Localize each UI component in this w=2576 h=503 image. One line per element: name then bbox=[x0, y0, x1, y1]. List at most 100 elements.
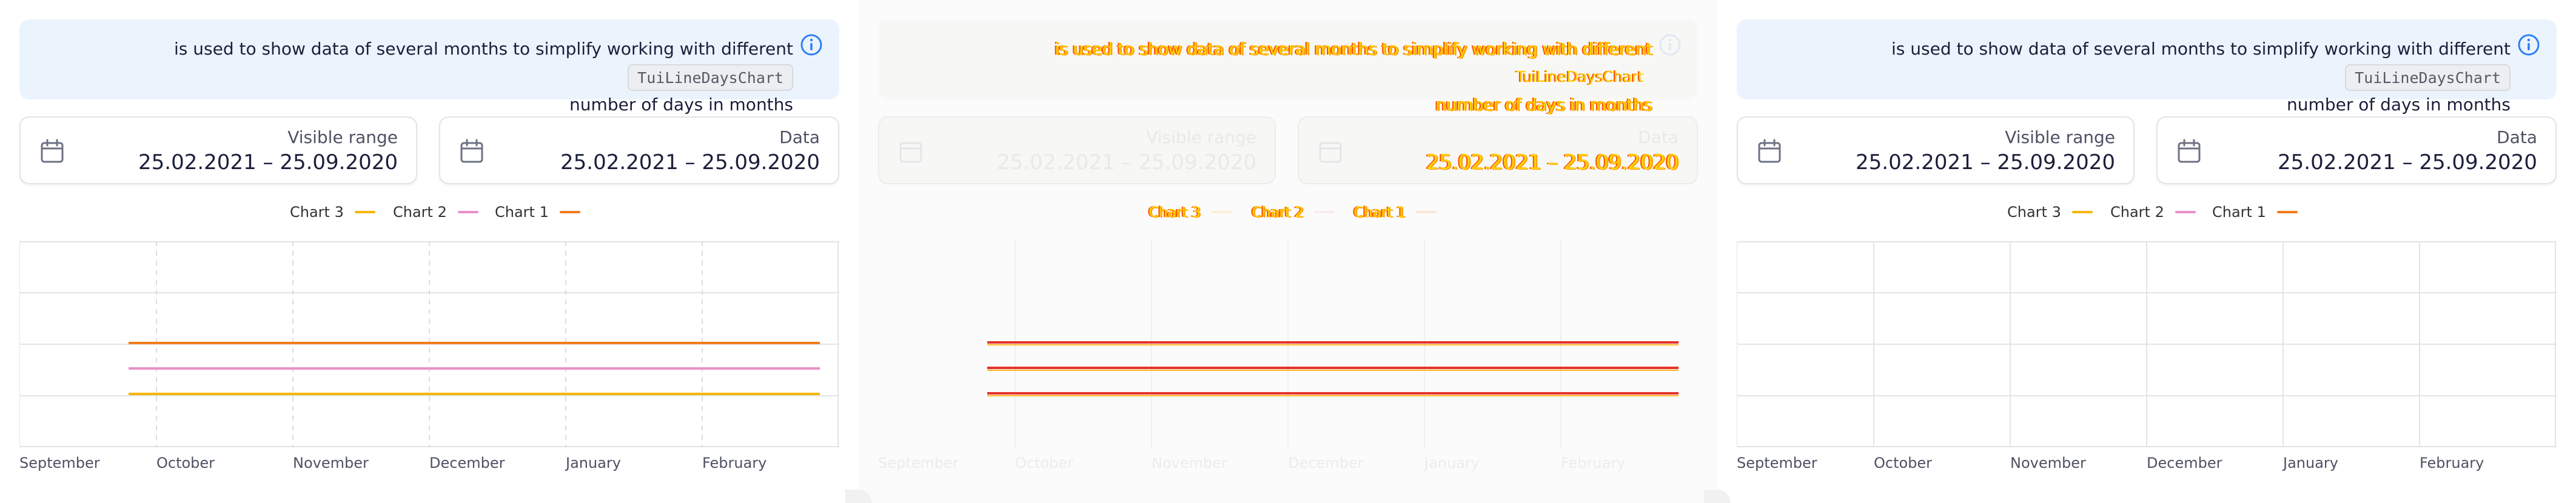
x-tick-label: October bbox=[1015, 455, 1074, 471]
legend-label: Chart 1 bbox=[1353, 204, 1406, 221]
data-range-field[interactable]: Data 25.02.2021 – 25.09.2020 bbox=[439, 116, 839, 184]
line-days-chart[interactable] bbox=[19, 241, 839, 447]
visible-range-value: 25.02.2021 – 25.09.2020 bbox=[997, 150, 1256, 175]
visible-range-value: 25.02.2021 – 25.09.2020 bbox=[1856, 150, 2115, 175]
legend-item-chart1[interactable]: Chart 1 bbox=[495, 204, 580, 221]
demo-panel-right: is used to show data of several months t… bbox=[1717, 0, 2576, 503]
legend-swatch bbox=[2071, 211, 2093, 213]
demo-panel-middle: is used to show data of several months t… bbox=[859, 0, 1717, 503]
x-tick-label: November bbox=[2010, 455, 2086, 471]
info-circle-icon[interactable] bbox=[1658, 33, 1682, 57]
data-range-value: 25.02.2021 – 25.09.2020 bbox=[2278, 150, 2537, 175]
legend-swatch bbox=[2175, 211, 2196, 213]
x-axis-labels: September October November December Janu… bbox=[19, 455, 839, 475]
notice-line1: is used to show data of several months t… bbox=[1891, 39, 2511, 59]
description-notice: is used to show data of several months t… bbox=[878, 19, 1698, 115]
info-circle-icon[interactable] bbox=[799, 33, 823, 57]
x-tick-label: January bbox=[1424, 455, 1480, 471]
x-tick-label: September bbox=[1737, 455, 1817, 471]
screenshot-stage: is used to show data of several months t… bbox=[0, 0, 2576, 503]
visible-range-field[interactable]: Visible range 25.02.2021 – 25.09.2020 bbox=[878, 116, 1276, 184]
line-days-chart[interactable] bbox=[878, 241, 1698, 447]
notice-text: is used to show data of several months t… bbox=[1765, 35, 2511, 119]
legend-swatch bbox=[354, 211, 375, 213]
legend-swatch bbox=[1211, 211, 1232, 213]
x-tick-label: November bbox=[1152, 455, 1227, 471]
series-line-chart3 bbox=[987, 392, 1679, 396]
legend-label: Chart 2 bbox=[2110, 204, 2164, 221]
visible-range-field[interactable]: Visible range 25.02.2021 – 25.09.2020 bbox=[19, 116, 417, 184]
legend-label: Chart 2 bbox=[1252, 204, 1304, 221]
demo-panel-left: is used to show data of several months t… bbox=[0, 0, 859, 503]
data-range-label: Data bbox=[2497, 127, 2537, 147]
x-tick-label: December bbox=[429, 455, 505, 471]
legend-item-chart2[interactable]: Chart 2 bbox=[2110, 204, 2196, 221]
x-tick-label: September bbox=[19, 455, 100, 471]
series-line-chart2 bbox=[987, 367, 1679, 371]
legend-item-chart3[interactable]: Chart 3 bbox=[2007, 204, 2093, 221]
legend-item-chart1[interactable]: Chart 1 bbox=[1353, 204, 1437, 221]
legend-item-chart3[interactable]: Chart 3 bbox=[1149, 204, 1232, 221]
x-tick-label: February bbox=[2420, 455, 2484, 471]
visible-range-label: Visible range bbox=[1146, 127, 1256, 147]
data-range-field[interactable]: Data 25.02.2021 – 25.09.2020 bbox=[1298, 116, 1698, 184]
x-tick-label: December bbox=[2147, 455, 2222, 471]
notice-text: is used to show data of several months t… bbox=[906, 35, 1652, 119]
calendar-icon bbox=[2178, 139, 2201, 163]
x-tick-label: October bbox=[156, 455, 215, 471]
data-range-value: 25.02.2021 – 25.09.2020 bbox=[1426, 150, 1679, 175]
calendar-icon bbox=[899, 142, 922, 163]
description-notice: is used to show data of several months t… bbox=[1737, 19, 2557, 115]
x-axis-labels: September October November December Janu… bbox=[878, 455, 1698, 475]
legend-item-chart3[interactable]: Chart 3 bbox=[290, 204, 375, 221]
notice-line2: number of days in months bbox=[569, 95, 793, 115]
notice-line2: number of days in months bbox=[2287, 95, 2511, 115]
chart-legend: Chart 3 Chart 2 Chart 1 bbox=[0, 204, 859, 224]
legend-label: Chart 2 bbox=[393, 204, 447, 221]
chart-legend: Chart 3 Chart 2 Chart 1 bbox=[859, 204, 1717, 224]
x-tick-label: January bbox=[2283, 455, 2338, 471]
x-tick-label: December bbox=[1288, 455, 1364, 471]
legend-item-chart2[interactable]: Chart 2 bbox=[393, 204, 478, 221]
x-tick-label: September bbox=[878, 455, 959, 471]
calendar-icon bbox=[1319, 142, 1342, 163]
legend-swatch bbox=[2276, 211, 2298, 213]
series-line-chart1 bbox=[987, 341, 1679, 345]
visible-range-field[interactable]: Visible range 25.02.2021 – 25.09.2020 bbox=[1737, 116, 2135, 184]
info-circle-icon[interactable] bbox=[2517, 33, 2541, 57]
legend-label: Chart 1 bbox=[2212, 204, 2266, 221]
component-code-chip: TuiLineDaysChart bbox=[628, 64, 793, 91]
data-range-label: Data bbox=[1638, 127, 1679, 147]
data-range-field[interactable]: Data 25.02.2021 – 25.09.2020 bbox=[2156, 116, 2557, 184]
visible-range-value: 25.02.2021 – 25.09.2020 bbox=[138, 150, 398, 175]
x-tick-label: January bbox=[566, 455, 621, 471]
legend-label: Chart 3 bbox=[290, 204, 344, 221]
description-notice: is used to show data of several months t… bbox=[19, 19, 839, 115]
legend-swatch bbox=[1416, 211, 1437, 213]
calendar-icon bbox=[1758, 139, 1781, 163]
legend-label: Chart 1 bbox=[495, 204, 549, 221]
visible-range-label: Visible range bbox=[287, 127, 398, 147]
legend-label: Chart 3 bbox=[2007, 204, 2061, 221]
legend-swatch bbox=[1314, 211, 1335, 213]
calendar-icon bbox=[41, 139, 64, 163]
chart-grid bbox=[1737, 241, 2557, 447]
x-tick-label: February bbox=[1561, 455, 1626, 471]
component-code-chip: TuiLineDaysChart bbox=[1516, 68, 1644, 85]
x-axis-labels: September October November December Janu… bbox=[1737, 455, 2557, 475]
x-tick-label: October bbox=[1874, 455, 1933, 471]
visible-range-label: Visible range bbox=[2005, 127, 2115, 147]
legend-swatch bbox=[457, 211, 478, 213]
legend-item-chart2[interactable]: Chart 2 bbox=[1252, 204, 1335, 221]
legend-label: Chart 3 bbox=[1149, 204, 1201, 221]
data-range-label: Data bbox=[779, 127, 820, 147]
legend-item-chart1[interactable]: Chart 1 bbox=[2212, 204, 2298, 221]
line-days-chart[interactable] bbox=[1737, 241, 2557, 447]
data-range-value: 25.02.2021 – 25.09.2020 bbox=[560, 150, 820, 175]
chart-legend: Chart 3 Chart 2 Chart 1 bbox=[1717, 204, 2576, 224]
x-tick-label: February bbox=[702, 455, 767, 471]
notice-line1: is used to show data of several months t… bbox=[1055, 39, 1652, 59]
calendar-icon bbox=[460, 139, 483, 163]
x-tick-label: November bbox=[293, 455, 369, 471]
notice-line2: number of days in months bbox=[1435, 95, 1652, 115]
